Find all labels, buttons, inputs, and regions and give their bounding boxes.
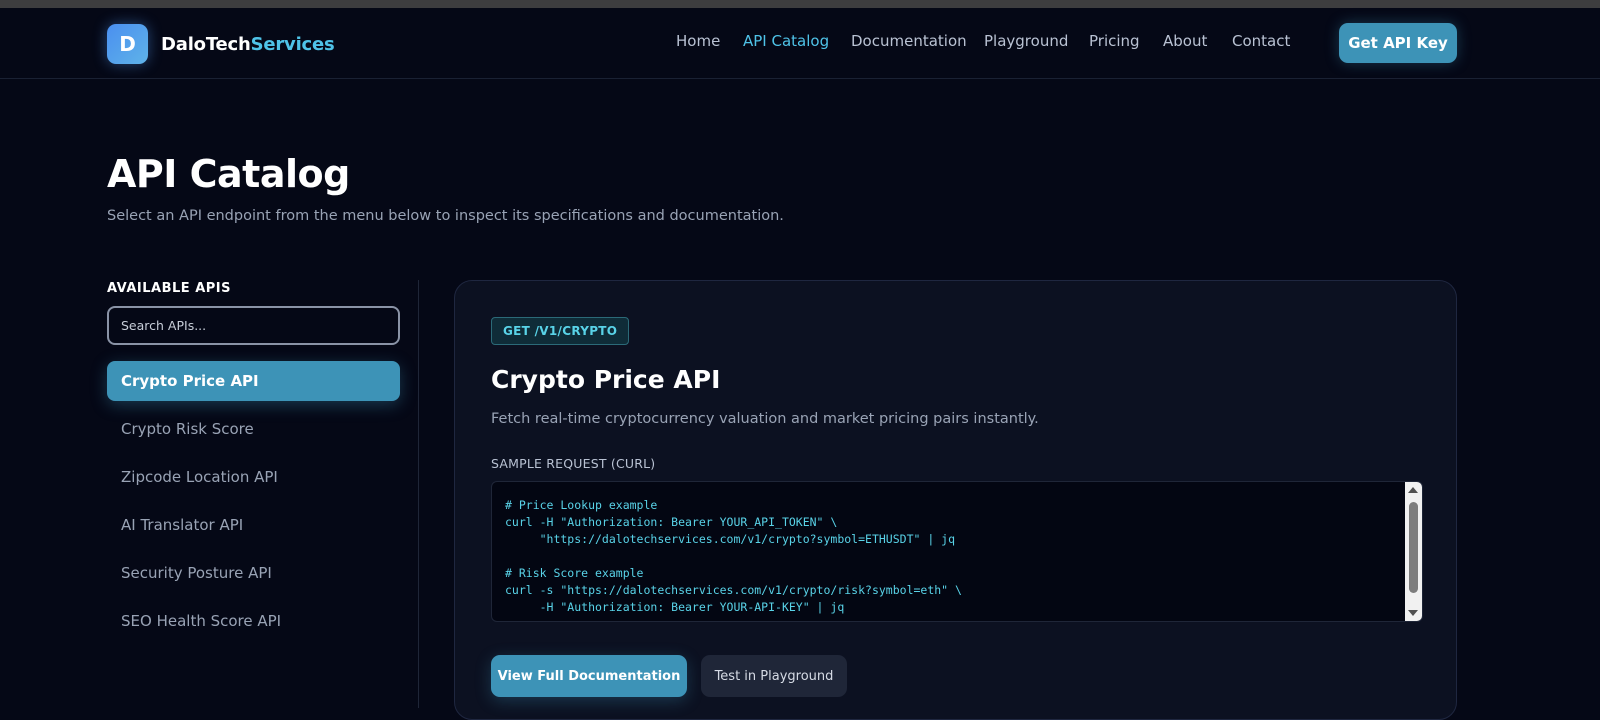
- sidebar-item-crypto-risk-score[interactable]: Crypto Risk Score: [107, 409, 400, 449]
- nav-playground[interactable]: Playground: [984, 32, 1068, 50]
- code-sample: # Price Lookup example curl -H "Authoriza…: [505, 497, 1385, 616]
- scroll-up-arrow-icon[interactable]: [1408, 487, 1418, 493]
- get-api-key-button[interactable]: Get API Key: [1339, 23, 1457, 63]
- top-navbar: D DaloTechServices Home API Catalog Docu…: [0, 8, 1600, 79]
- code-line: -H "Authorization: Bearer YOUR-API-KEY" …: [505, 600, 845, 614]
- sample-request-label: SAMPLE REQUEST (CURL): [491, 456, 656, 471]
- nav-contact[interactable]: Contact: [1232, 32, 1290, 50]
- sidebar-item-crypto-price-api[interactable]: Crypto Price API: [107, 361, 400, 401]
- code-line: curl -s "https://dalotechservices.com/v1…: [505, 583, 962, 597]
- api-description: Fetch real-time cryptocurrency valuation…: [491, 411, 1039, 427]
- sidebar-item-security-posture-api[interactable]: Security Posture API: [107, 553, 400, 593]
- search-apis-input[interactable]: [107, 306, 400, 345]
- sidebar-divider: [418, 280, 419, 708]
- api-title: Crypto Price API: [491, 365, 721, 394]
- code-scrollbar[interactable]: [1405, 482, 1422, 621]
- sidebar-heading: AVAILABLE APIS: [107, 281, 231, 296]
- api-detail-card: GET /V1/CRYPTO Crypto Price API Fetch re…: [454, 280, 1457, 720]
- scroll-thumb[interactable]: [1409, 502, 1418, 593]
- scroll-down-arrow-icon[interactable]: [1408, 610, 1418, 616]
- method-badge: GET /V1/CRYPTO: [491, 317, 630, 345]
- browser-top-strip: [0, 0, 1600, 8]
- nav-pricing[interactable]: Pricing: [1089, 32, 1140, 50]
- view-full-documentation-button[interactable]: View Full Documentation: [491, 655, 687, 697]
- nav-home[interactable]: Home: [676, 32, 720, 50]
- code-line: "https://dalotechservices.com/v1/crypto?…: [505, 532, 956, 546]
- code-sample-box[interactable]: # Price Lookup example curl -H "Authoriza…: [491, 481, 1423, 622]
- sidebar-item-ai-translator-api[interactable]: AI Translator API: [107, 505, 400, 545]
- nav-documentation[interactable]: Documentation: [851, 32, 967, 50]
- code-line: # Risk Score example: [505, 566, 644, 580]
- sidebar-item-zipcode-location-api[interactable]: Zipcode Location API: [107, 457, 400, 497]
- code-line: curl -H "Authorization: Bearer YOUR_API_…: [505, 515, 838, 529]
- test-in-playground-button[interactable]: Test in Playground: [701, 655, 847, 697]
- sidebar-item-seo-health-score-api[interactable]: SEO Health Score API: [107, 601, 400, 641]
- page-title: API Catalog: [107, 152, 350, 196]
- nav-api-catalog[interactable]: API Catalog: [743, 32, 829, 50]
- page-subtitle: Select an API endpoint from the menu bel…: [107, 208, 784, 224]
- nav-about[interactable]: About: [1163, 32, 1207, 50]
- code-line: # Price Lookup example: [505, 498, 658, 512]
